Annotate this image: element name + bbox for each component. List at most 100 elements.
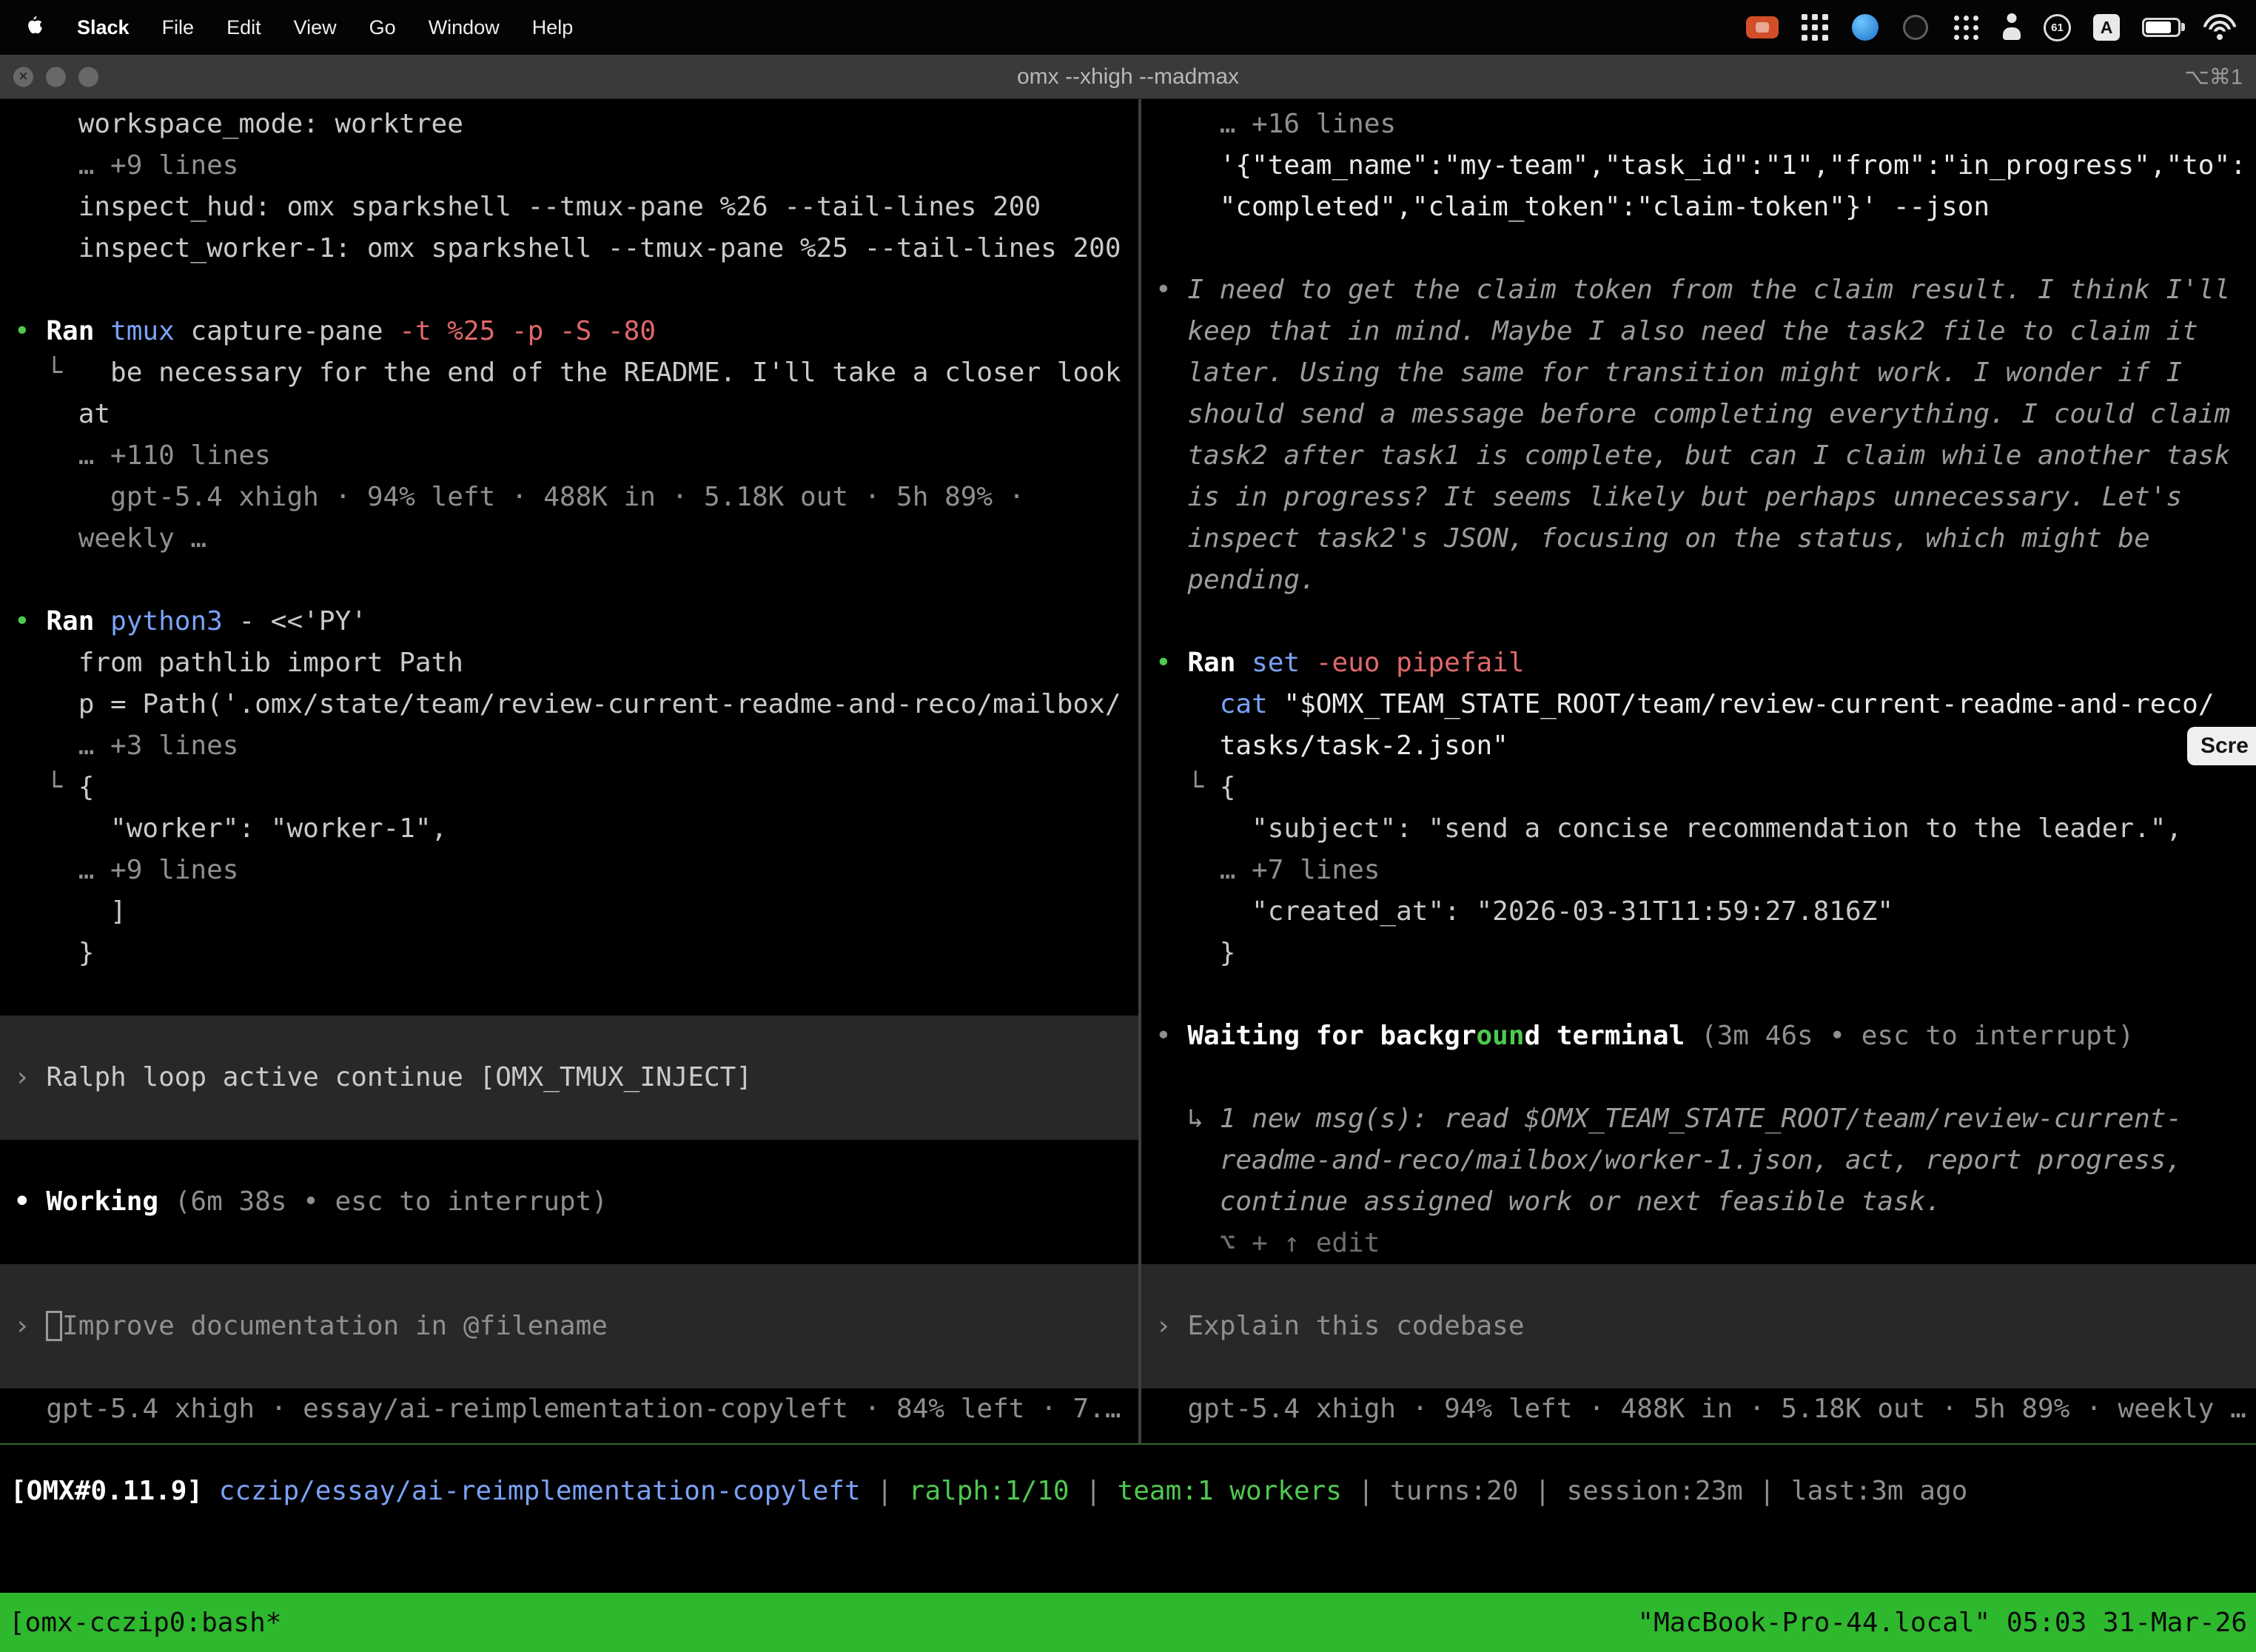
- window-title-bar[interactable]: × omx --xhigh --madmax ⌥⌘1: [0, 55, 2256, 99]
- menu-bar-status-icons: 61 A: [1746, 13, 2237, 41]
- tmux-status-bar: [omx-cczip0:bash* "MacBook-Pro-44.local"…: [0, 1593, 2256, 1652]
- menu-bar-left: Slack File Edit View Go Window Help: [25, 16, 573, 39]
- terminal-line: }: [1155, 933, 2256, 974]
- menu-item-edit[interactable]: Edit: [226, 16, 261, 39]
- terminal-line: [1155, 228, 2256, 269]
- terminal-line: from pathlib import Path: [14, 642, 1138, 684]
- screen-share-tooltip[interactable]: Scre: [2187, 727, 2256, 765]
- terminal-line: continue assigned work or next feasible …: [1155, 1181, 2256, 1223]
- status-working-line: • Working (6m 38s • esc to interrupt): [14, 1181, 1138, 1223]
- pane-status-line: gpt-5.4 xhigh · essay/ai-reimplementatio…: [14, 1389, 1138, 1430]
- prompt-input-line: › Explain this codebase: [1141, 1306, 2256, 1347]
- terminal-line: gpt-5.4 xhigh · 94% left · 488K in · 5.1…: [14, 477, 1138, 518]
- terminal-line: └ {: [1155, 767, 2256, 808]
- thinking-line: should send a message before completing …: [1155, 394, 2256, 435]
- tmux-session-window: [omx-cczip0:bash*: [9, 1608, 281, 1638]
- omx-status-bar: [OMX#0.11.9] cczip/essay/ai-reimplementa…: [0, 1470, 2256, 1511]
- terminal-line: [1141, 1347, 2256, 1389]
- terminal-line: ↳ 1 new msg(s): read $OMX_TEAM_STATE_ROO…: [1155, 1098, 2256, 1140]
- ran-command-line: • Ran set -euo pipefail: [1155, 642, 2256, 684]
- terminal-line: "created_at": "2026-03-31T11:59:27.816Z": [1155, 891, 2256, 933]
- terminal-line: workspace_mode: worktree: [14, 104, 1138, 145]
- input-source-icon[interactable]: A: [2093, 14, 2120, 41]
- left-terminal-pane[interactable]: workspace_mode: worktree … +9 lines insp…: [0, 99, 1138, 1443]
- thinking-line: • I need to get the claim token from the…: [1155, 269, 2256, 311]
- terminal-line: ]: [14, 891, 1138, 933]
- macos-menu-bar: Slack File Edit View Go Window Help 61 A: [0, 0, 2256, 55]
- terminal-line: p = Path('.omx/state/team/review-current…: [14, 684, 1138, 725]
- menu-item-window[interactable]: Window: [429, 16, 500, 39]
- terminal-line: "subject": "send a concise recommendatio…: [1155, 808, 2256, 850]
- terminal-line: [0, 1098, 1138, 1140]
- dots-grid-icon[interactable]: [1952, 13, 1980, 41]
- terminal-line: └ be necessary for the end of the README…: [14, 352, 1138, 394]
- active-app-name[interactable]: Slack: [77, 16, 130, 39]
- thinking-line: is in progress? It seems likely but perh…: [1155, 477, 2256, 518]
- wifi-icon[interactable]: [2203, 14, 2237, 41]
- battery-icon[interactable]: [2142, 18, 2181, 37]
- input-source-label: A: [2101, 18, 2113, 38]
- terminal-line: … +9 lines: [14, 850, 1138, 891]
- apple-logo-icon[interactable]: [25, 16, 44, 38]
- thinking-line: keep that in mind. Maybe I also need the…: [1155, 311, 2256, 352]
- terminal-line: … +7 lines: [1155, 850, 2256, 891]
- terminal-line: [0, 1264, 1138, 1306]
- terminal-area: workspace_mode: worktree … +9 lines insp…: [0, 99, 2256, 1443]
- menu-item-go[interactable]: Go: [369, 16, 396, 39]
- terminal-line: [1155, 1057, 2256, 1098]
- terminal-line: [0, 1347, 1138, 1389]
- window-title: omx --xhigh --madmax: [0, 55, 2256, 98]
- person-icon[interactable]: [2002, 13, 2021, 41]
- terminal-line: weekly …: [14, 518, 1138, 560]
- right-terminal-pane[interactable]: … +16 lines '{"team_name":"my-team","tas…: [1141, 99, 2256, 1443]
- hud-separator: [0, 1443, 2256, 1445]
- terminal-line: ⌥ + ↑ edit: [1155, 1223, 2256, 1264]
- blue-app-icon[interactable]: [1851, 13, 1879, 41]
- dark-app-icon[interactable]: [1901, 13, 1930, 41]
- gauge-value: 61: [2051, 21, 2064, 34]
- ran-command-line: • Ran tmux capture-pane -t %25 -p -S -80: [14, 311, 1138, 352]
- terminal-line: … +9 lines: [14, 145, 1138, 187]
- terminal-line: [14, 560, 1138, 601]
- terminal-line: [14, 269, 1138, 311]
- tmux-host-time: "MacBook-Pro-44.local" 05:03 31-Mar-26: [1637, 1608, 2247, 1638]
- terminal-line: └ {: [14, 767, 1138, 808]
- terminal-line: at: [14, 394, 1138, 435]
- terminal-line: readme-and-reco/mailbox/worker-1.json, a…: [1155, 1140, 2256, 1181]
- screen-recording-indicator-icon[interactable]: [1746, 16, 1779, 38]
- gauge-icon[interactable]: 61: [2044, 14, 2071, 41]
- menu-item-file[interactable]: File: [162, 16, 195, 39]
- terminal-line: }: [14, 933, 1138, 974]
- window-shortcut-hint: ⌥⌘1: [2184, 64, 2243, 90]
- ran-command-line: • Ran python3 - <<'PY': [14, 601, 1138, 642]
- prompt-input-line: › Improve documentation in @filename: [0, 1306, 1138, 1347]
- terminal-line: … +110 lines: [14, 435, 1138, 477]
- grid-icon[interactable]: [1801, 13, 1829, 41]
- terminal-line: … +3 lines: [14, 725, 1138, 767]
- omx-status-line: [OMX#0.11.9] cczip/essay/ai-reimplementa…: [10, 1476, 1967, 1506]
- menu-item-view[interactable]: View: [294, 16, 337, 39]
- terminal-line: inspect_worker-1: omx sparkshell --tmux-…: [14, 228, 1138, 269]
- injected-prompt-line: › Ralph loop active continue [OMX_TMUX_I…: [0, 1057, 1138, 1098]
- terminal-line: [14, 1223, 1138, 1264]
- desktop: Slack File Edit View Go Window Help 61 A × om…: [0, 0, 2256, 1652]
- terminal-line: [14, 1140, 1138, 1181]
- terminal-line: inspect_hud: omx sparkshell --tmux-pane …: [14, 187, 1138, 228]
- terminal-line: [1155, 974, 2256, 1015]
- thinking-line: later. Using the same for transition mig…: [1155, 352, 2256, 394]
- status-waiting-line: • Waiting for background terminal (3m 46…: [1155, 1015, 2256, 1057]
- pane-status-line: gpt-5.4 xhigh · 94% left · 488K in · 5.1…: [1155, 1389, 2256, 1430]
- terminal-line: "worker": "worker-1",: [14, 808, 1138, 850]
- terminal-line: '{"team_name":"my-team","task_id":"1","f…: [1155, 145, 2256, 187]
- terminal-line: cat "$OMX_TEAM_STATE_ROOT/team/review-cu…: [1155, 684, 2256, 725]
- thinking-line: pending.: [1155, 560, 2256, 601]
- terminal-line: "completed","claim_token":"claim-token"}…: [1155, 187, 2256, 228]
- terminal-line: tasks/task-2.json": [1155, 725, 2256, 767]
- terminal-line: [0, 1015, 1138, 1057]
- menu-item-help[interactable]: Help: [532, 16, 574, 39]
- terminal-line: … +16 lines: [1155, 104, 2256, 145]
- thinking-line: inspect task2's JSON, focusing on the st…: [1155, 518, 2256, 560]
- terminal-line: [14, 974, 1138, 1015]
- terminal-line: [1155, 601, 2256, 642]
- thinking-line: task2 after task1 is complete, but can I…: [1155, 435, 2256, 477]
